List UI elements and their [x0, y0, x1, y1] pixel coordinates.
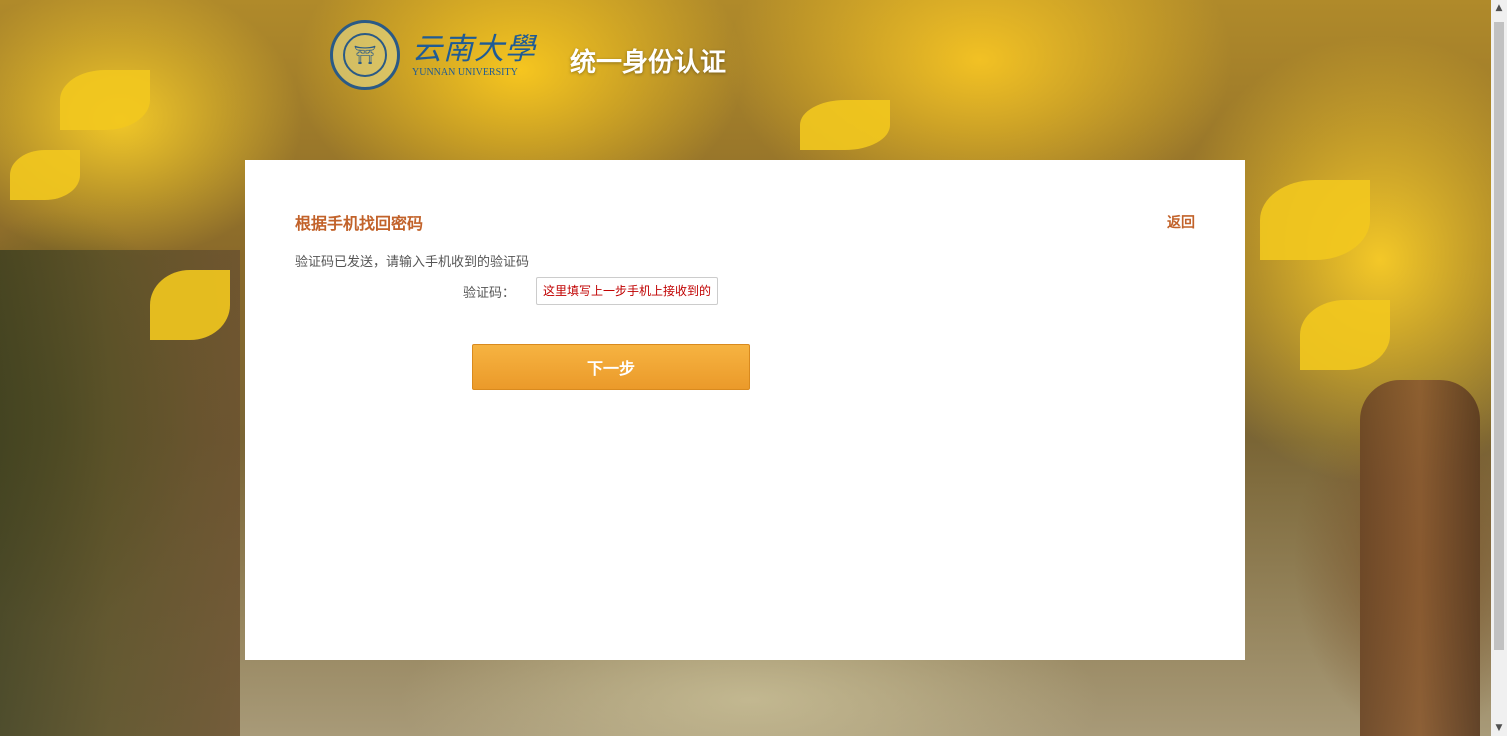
vertical-scrollbar[interactable]: ▲ ▼: [1491, 0, 1507, 736]
code-label: 验证码：: [463, 285, 516, 301]
code-sent-hint: 验证码已发送，请输入手机收到的验证码: [295, 255, 530, 270]
university-logo-text: 云南大學 YUNNAN UNIVERSITY: [412, 31, 536, 78]
password-recovery-panel: 根据手机找回密码 返回 验证码已发送，请输入手机收到的验证码 验证码： 下一步: [245, 160, 1245, 660]
login-page: ⛩ 云南大學 YUNNAN UNIVERSITY 统一身份认证 根据手机找回密码…: [0, 0, 1507, 736]
background-leaf: [800, 100, 890, 150]
logo-english-name: YUNNAN UNIVERSITY: [412, 66, 518, 78]
logo-chinese-name: 云南大學: [412, 31, 536, 67]
background-leaf: [150, 270, 230, 340]
site-title: 统一身份认证: [570, 48, 727, 78]
university-seal-icon: ⛩: [330, 20, 400, 90]
background-leaf: [1260, 180, 1370, 260]
scrollbar-thumb[interactable]: [1494, 22, 1504, 650]
site-header: ⛩ 云南大學 YUNNAN UNIVERSITY: [330, 18, 536, 92]
background-leaf: [10, 150, 80, 200]
seal-inner-icon: ⛩: [343, 33, 387, 77]
verification-code-row: 验证码：: [463, 277, 718, 305]
panel-title: 根据手机找回密码: [295, 214, 424, 233]
back-link[interactable]: 返回: [1167, 212, 1195, 232]
verification-code-input[interactable]: [536, 277, 718, 305]
background-tree-right: [1360, 380, 1480, 736]
background-leaf: [1300, 300, 1390, 370]
scroll-up-icon[interactable]: ▲: [1491, 0, 1507, 16]
background-leaf: [60, 70, 150, 130]
next-step-button[interactable]: 下一步: [472, 344, 750, 390]
scroll-down-icon[interactable]: ▼: [1491, 720, 1507, 736]
